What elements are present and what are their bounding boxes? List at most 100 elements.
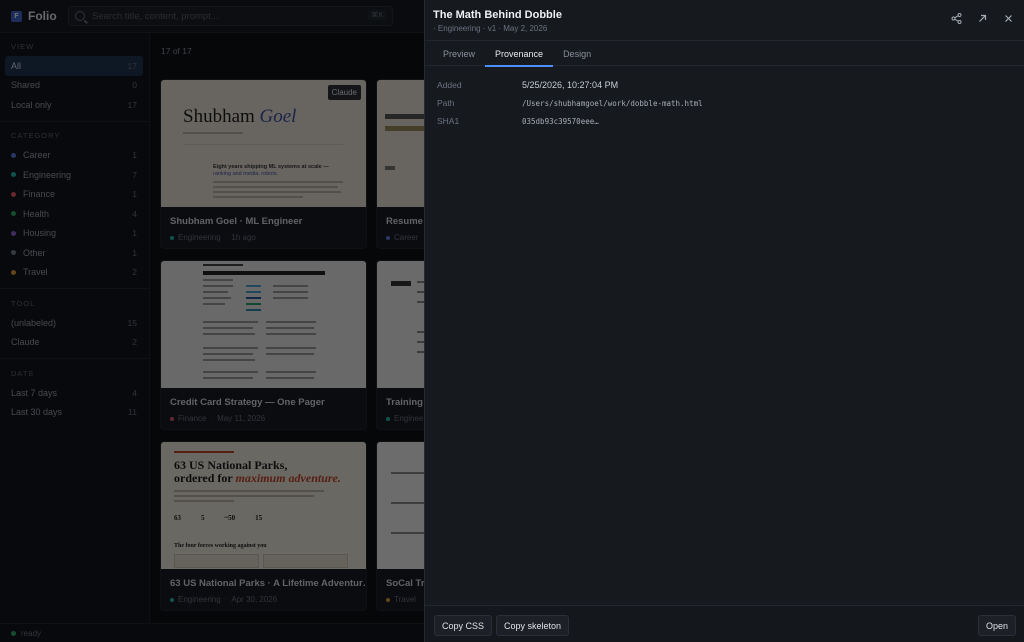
card-meta: Engineering · 1h ago	[170, 233, 256, 242]
share-icon[interactable]	[951, 13, 962, 24]
app-logo[interactable]: F Folio	[0, 9, 58, 23]
card-meta: Career	[386, 233, 418, 242]
main-grid: 17 of 17 Shubham Goel Eight years shippi…	[150, 33, 436, 623]
card-date: 1h ago	[231, 233, 256, 242]
close-icon[interactable]	[1003, 13, 1014, 24]
sidebar-item-label: Career	[23, 150, 51, 161]
divider	[0, 358, 149, 359]
search-input[interactable]	[92, 10, 362, 22]
card-date: May 11, 2026	[217, 414, 266, 423]
thumbnail-stats: 63 5 ~50 15	[174, 514, 263, 522]
sidebar-item-count: 0	[132, 80, 137, 91]
sidebar-item-shared[interactable]: Shared 0	[5, 76, 143, 96]
card-meta: Engineering · Apr 30, 2026	[170, 595, 277, 604]
copy-css-button[interactable]: Copy CSS	[434, 615, 493, 636]
card-title: Credit Card Strategy — One Pager	[170, 397, 325, 408]
sidebar-item-unlabeled[interactable]: (unlabeled) 15	[5, 313, 143, 333]
provenance-row: SHA1 035db93c39570eee…	[437, 112, 703, 130]
divider	[0, 120, 149, 122]
tab-provenance[interactable]: Provenance	[485, 41, 554, 67]
sidebar-item-last-7-days[interactable]: Last 7 days 4	[5, 383, 143, 403]
sidebar-item-engineering[interactable]: Engineering 7	[5, 165, 143, 185]
copy-skeleton-button[interactable]: Copy skeleton	[496, 615, 570, 636]
category-dot-icon	[11, 230, 16, 236]
search-box[interactable]: ⌘K	[68, 6, 393, 26]
card-category: Career	[394, 233, 419, 242]
card-category: Engineering	[178, 233, 221, 242]
sidebar-item-label: (unlabeled)	[11, 317, 57, 328]
open-external-icon[interactable]	[977, 13, 988, 24]
category-dot-icon	[170, 416, 174, 421]
sidebar-item-label: Local only	[11, 99, 52, 110]
search-shortcut: ⌘K	[368, 10, 386, 20]
detail-panel: The Math Behind Dobble · Engineering · v…	[424, 0, 1024, 642]
sidebar-item-travel[interactable]: Travel 2	[5, 263, 143, 283]
sidebar-item-count: 7	[132, 169, 137, 180]
status-bar: ready	[0, 623, 424, 642]
sidebar-item-count: 11	[128, 407, 137, 418]
provenance-value: /Users/shubhamgoel/work/dobble-math.html	[522, 98, 703, 108]
card[interactable]: Credit Card Strategy — One Pager Finance…	[160, 260, 367, 430]
section-heading-category: CATEGORY	[11, 131, 61, 140]
sidebar-item-count: 4	[132, 387, 137, 398]
sidebar-item-label: Shared	[11, 80, 41, 91]
card-thumbnail: 63 US National Parks, ordered for maximu…	[161, 442, 366, 569]
sidebar-item-label: Claude	[11, 337, 40, 348]
open-button[interactable]: Open	[977, 615, 1016, 636]
provenance-key: Path	[437, 98, 455, 108]
status-dot-icon	[11, 630, 16, 636]
sidebar-item-label: Engineering	[23, 169, 72, 180]
sidebar-item-count: 17	[127, 60, 137, 71]
status-text: ready	[21, 628, 42, 638]
card-title: Shubham Goel · ML Engineer	[170, 216, 303, 227]
section-heading-tool: TOOL	[11, 298, 36, 308]
sidebar-item-label: Travel	[23, 267, 48, 278]
sidebar-item-finance[interactable]: Finance 1	[5, 185, 143, 205]
sidebar-item-last-30-days[interactable]: Last 30 days 11	[5, 403, 143, 423]
sidebar-item-count: 1	[132, 247, 137, 258]
sidebar-item-label: Other	[23, 247, 46, 258]
category-dot-icon	[11, 172, 16, 178]
section-heading-date: DATE	[11, 368, 35, 378]
category-dot-icon	[11, 250, 16, 256]
sidebar-item-claude[interactable]: Claude 2	[5, 333, 143, 353]
category-dot-icon	[386, 597, 390, 602]
sidebar-item-housing[interactable]: Housing 1	[5, 224, 143, 244]
sidebar-item-other[interactable]: Other 1	[5, 243, 143, 263]
thumbnail-subheading: The four forces working against you	[174, 543, 267, 549]
sidebar-item-label: Finance	[23, 189, 56, 200]
sidebar-item-label: Housing	[23, 228, 57, 239]
card[interactable]: Shubham Goel Eight years shipping ML sys…	[160, 79, 367, 249]
app-name: Folio	[28, 9, 57, 23]
sidebar-item-local-only[interactable]: Local only 17	[5, 95, 143, 115]
card-meta: Finance · May 11, 2026	[170, 414, 265, 423]
card-meta: Travel	[386, 595, 416, 604]
tool-badge: Claude	[327, 85, 361, 100]
sidebar-item-count: 1	[132, 189, 137, 200]
card-category: Enginee	[394, 414, 424, 423]
provenance-key: Added	[437, 80, 462, 90]
card-thumbnail: Shubham Goel Eight years shipping ML sys…	[161, 80, 366, 207]
card-category: Engineering	[178, 595, 221, 604]
sidebar-item-career[interactable]: Career 1	[5, 146, 143, 166]
tab-preview[interactable]: Preview	[433, 41, 485, 66]
sidebar-item-label: Last 7 days	[11, 387, 58, 398]
sidebar: VIEW All 17 Shared 0 Local only 17 CATEG…	[0, 33, 150, 623]
category-dot-icon	[11, 269, 16, 275]
category-dot-icon	[386, 416, 390, 421]
card[interactable]: 63 US National Parks, ordered for maximu…	[160, 441, 367, 611]
provenance-row: Added 5/25/2026, 10:27:04 PM	[437, 76, 703, 94]
sidebar-item-count: 1	[132, 228, 137, 239]
sidebar-item-health[interactable]: Health 4	[5, 204, 143, 224]
card-title: 63 US National Parks · A Lifetime Advent…	[170, 578, 367, 589]
provenance-value: 035db93c39570eee…	[522, 116, 599, 126]
provenance-key: SHA1	[437, 116, 460, 126]
app-window: F Folio ⌘K VIEW All 17 Shared 0 Local on…	[0, 0, 1024, 642]
tab-design[interactable]: Design	[553, 41, 601, 66]
panel-actions	[951, 13, 1014, 24]
category-dot-icon	[170, 597, 174, 602]
results-count: 17 of 17	[161, 46, 192, 56]
provenance-value: 5/25/2026, 10:27:04 PM	[522, 80, 619, 90]
thumbnail-subline: ranking and media. robots.	[213, 171, 279, 177]
sidebar-item-all[interactable]: All 17	[5, 56, 143, 76]
